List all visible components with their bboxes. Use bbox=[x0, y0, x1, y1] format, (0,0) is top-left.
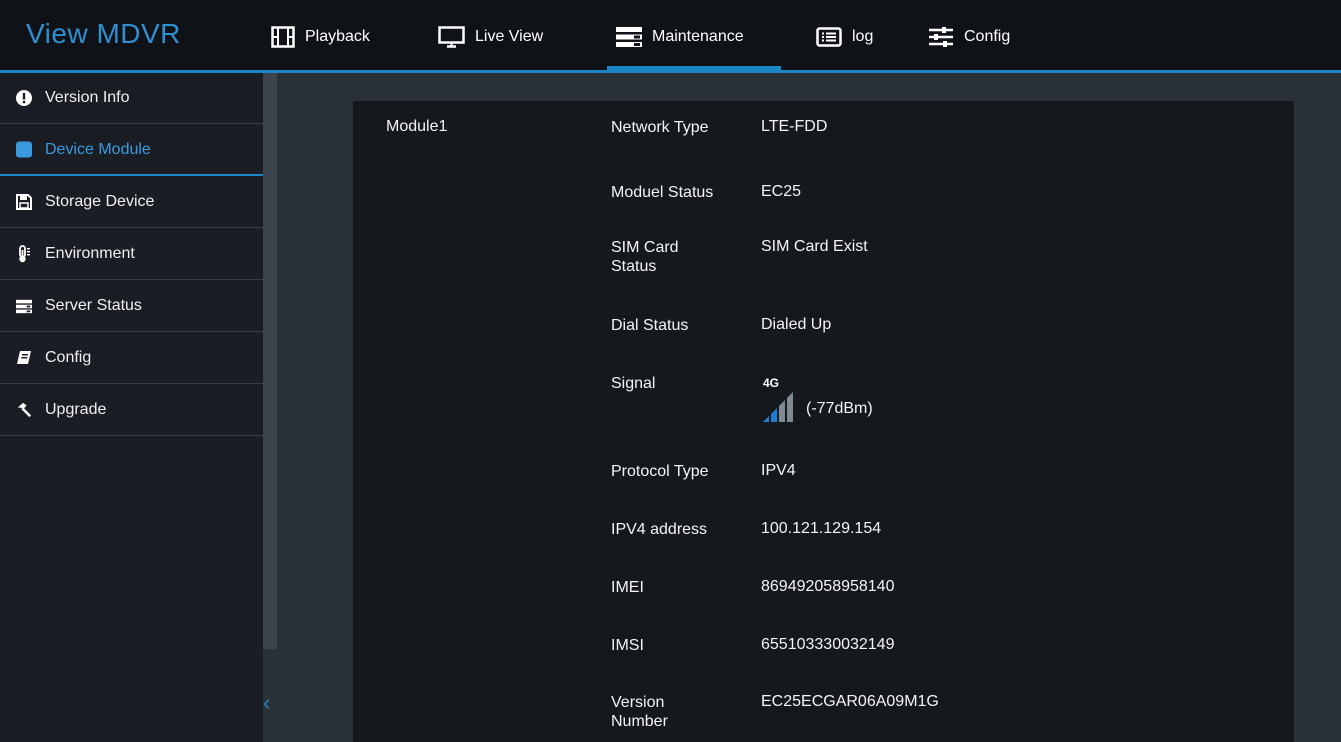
imsi-label: IMSI bbox=[611, 637, 644, 654]
module-status-value: EC25 bbox=[761, 183, 802, 200]
signal-strength-value: (-77dBm) bbox=[806, 400, 873, 417]
list-icon bbox=[816, 27, 842, 47]
sidebar: Version Info Device Module Storage Devic… bbox=[0, 73, 263, 742]
book-icon bbox=[16, 350, 32, 366]
sidebar-item-label: Environment bbox=[45, 245, 135, 262]
nav-log-label: log bbox=[852, 28, 874, 45]
top-bar: View MDVR Playback Live View Maintenance… bbox=[0, 0, 1341, 70]
sidebar-item-config[interactable]: Config bbox=[0, 333, 263, 384]
app-logo: View MDVR bbox=[26, 18, 181, 49]
module-icon bbox=[16, 141, 32, 158]
nav-maintenance-label: Maintenance bbox=[652, 28, 744, 45]
protocol-type-value: IPV4 bbox=[761, 462, 796, 479]
hammer-icon bbox=[16, 402, 32, 418]
ipv4-address-label: IPV4 address bbox=[611, 521, 708, 538]
nav-config-label: Config bbox=[964, 28, 1011, 45]
sidebar-item-version-info[interactable]: Version Info bbox=[0, 73, 263, 124]
module-title: Module1 bbox=[386, 118, 448, 135]
version-number-label: Version Number bbox=[611, 694, 668, 730]
sidebar-item-label: Config bbox=[45, 349, 92, 366]
network-type-value: LTE-FDD bbox=[761, 118, 828, 135]
nav-log[interactable]: log bbox=[816, 22, 873, 52]
sidebar-item-label: Version Info bbox=[45, 89, 130, 106]
sidebar-item-label: Server Status bbox=[45, 297, 142, 314]
monitor-icon bbox=[438, 26, 465, 48]
ipv4-address-value: 100.121.129.154 bbox=[761, 520, 882, 537]
network-type-label: Network Type bbox=[611, 119, 709, 136]
film-icon bbox=[271, 26, 295, 48]
server-icon bbox=[616, 27, 642, 47]
nav-live-view-label: Live View bbox=[475, 28, 544, 45]
nav-maintenance[interactable]: Maintenance bbox=[616, 22, 744, 52]
floppy-icon bbox=[16, 194, 32, 210]
server-icon bbox=[16, 298, 32, 314]
signal-label: Signal bbox=[611, 375, 656, 392]
imsi-value: 655103330032149 bbox=[761, 636, 895, 653]
dial-status-value: Dialed Up bbox=[761, 316, 832, 333]
nav-playback-label: Playback bbox=[305, 28, 370, 45]
sidebar-item-label: Storage Device bbox=[45, 193, 155, 210]
signal-bars-icon bbox=[763, 392, 793, 422]
nav-playback[interactable]: Playback bbox=[271, 22, 370, 52]
version-number-value: EC25ECGAR06A09M1G bbox=[761, 693, 939, 710]
sidebar-scrollbar[interactable] bbox=[263, 73, 277, 649]
collapse-sidebar-icon[interactable]: ‹ bbox=[263, 690, 270, 716]
dial-status-label: Dial Status bbox=[611, 317, 689, 334]
thermometer-icon bbox=[16, 245, 32, 263]
sidebar-item-label: Upgrade bbox=[45, 401, 107, 418]
imei-label: IMEI bbox=[611, 579, 644, 596]
sidebar-item-upgrade[interactable]: Upgrade bbox=[0, 385, 263, 436]
sidebar-item-label: Device Module bbox=[45, 140, 151, 158]
sidebar-item-device-module[interactable]: Device Module bbox=[0, 125, 263, 176]
sim-card-status-value: SIM Card Exist bbox=[761, 238, 868, 255]
sim-card-status-label: SIM Card Status bbox=[611, 239, 679, 275]
nav-live-view[interactable]: Live View bbox=[438, 22, 543, 52]
sliders-icon bbox=[929, 27, 953, 47]
sidebar-item-environment[interactable]: Environment bbox=[0, 229, 263, 280]
protocol-type-label: Protocol Type bbox=[611, 463, 709, 480]
info-icon bbox=[16, 90, 32, 106]
sidebar-item-storage-device[interactable]: Storage Device bbox=[0, 177, 263, 228]
nav-config[interactable]: Config bbox=[928, 22, 1010, 52]
module-status-label: Moduel Status bbox=[611, 184, 714, 201]
imei-value: 869492058958140 bbox=[761, 578, 895, 595]
sidebar-item-server-status[interactable]: Server Status bbox=[0, 281, 263, 332]
